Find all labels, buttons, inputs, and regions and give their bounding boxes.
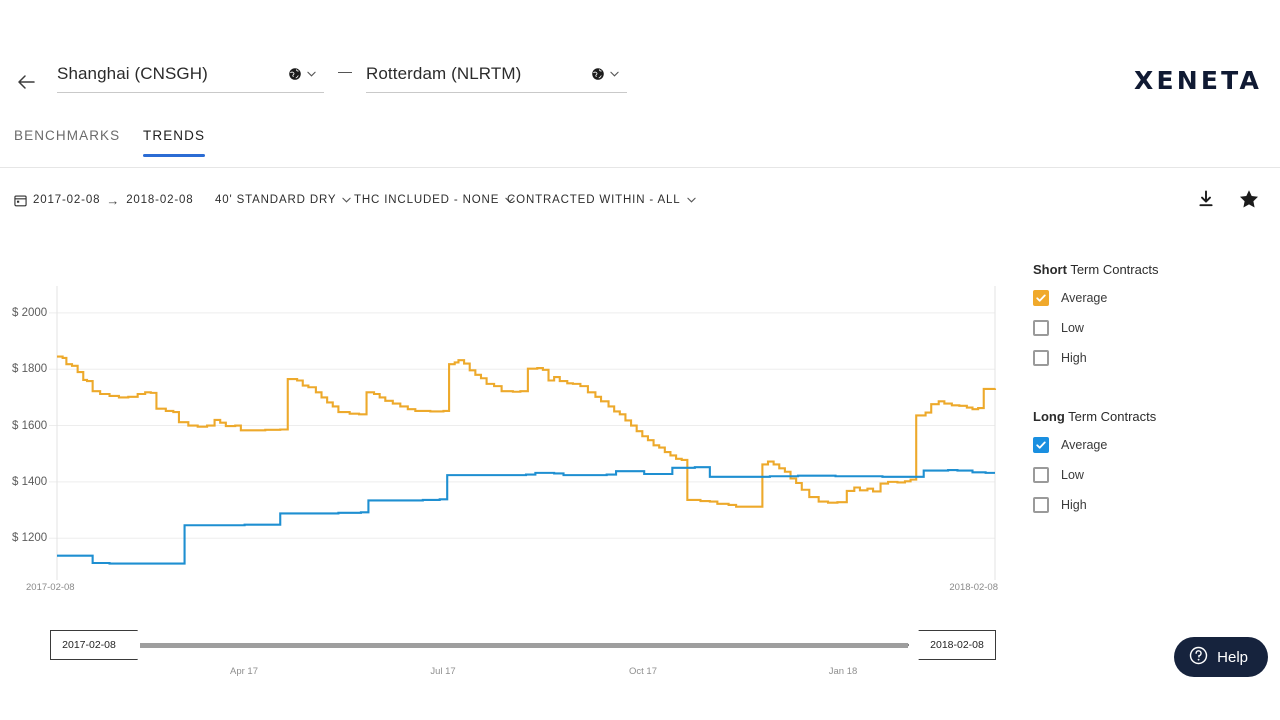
legend-label: Average bbox=[1061, 438, 1108, 452]
chart-axis bbox=[56, 286, 996, 580]
equipment-filter-label: 40' STANDARD DRY bbox=[215, 194, 337, 206]
series-line bbox=[57, 355, 997, 508]
page-header: Shanghai (CNSGH) Rotterdam (NLRTM) XENET… bbox=[0, 0, 1280, 118]
chevron-down-icon bbox=[610, 69, 619, 80]
legend-row-average[interactable]: Average bbox=[1033, 283, 1263, 313]
origin-port-field[interactable]: Shanghai (CNSGH) bbox=[57, 64, 324, 93]
y-axis-tick-label: $ 1800 bbox=[12, 363, 48, 376]
date-range-brush: 2017-02-08 2018-02-08 Apr 17 Jul 17 Oct 17… bbox=[0, 625, 1030, 695]
globe-icon bbox=[288, 67, 302, 81]
origin-port-label: Shanghai (CNSGH) bbox=[57, 64, 208, 83]
checkbox-high[interactable] bbox=[1033, 497, 1049, 513]
chart-series bbox=[57, 355, 997, 565]
legend-row-high[interactable]: High bbox=[1033, 343, 1263, 373]
legend-label: Low bbox=[1061, 468, 1084, 482]
brush-tick-apr-17: Apr 17 bbox=[230, 666, 258, 677]
legend-rows-short: Average Low High bbox=[1033, 283, 1263, 373]
brush-track[interactable] bbox=[140, 643, 908, 648]
y-axis-tick-label: $ 1200 bbox=[12, 532, 48, 545]
legend-short-rest: Term Contracts bbox=[1066, 262, 1159, 277]
legend-row-low[interactable]: Low bbox=[1033, 313, 1263, 343]
question-circle-icon bbox=[1189, 646, 1208, 669]
origin-globe-toggle[interactable] bbox=[288, 67, 316, 81]
main-tabs: BENCHMARKS TRENDS bbox=[0, 128, 1280, 168]
brush-left-value: 2017-02-08 bbox=[62, 639, 116, 651]
legend-long-bold: Long bbox=[1033, 409, 1065, 424]
date-range-filter[interactable]: 2017-02-08 → 2018-02-08 bbox=[14, 188, 194, 212]
star-icon[interactable] bbox=[1238, 188, 1260, 210]
checkbox-high[interactable] bbox=[1033, 350, 1049, 366]
chevron-down-icon bbox=[342, 195, 352, 206]
header-divider bbox=[0, 167, 1280, 168]
brush-handle-right[interactable]: 2018-02-08 bbox=[908, 630, 996, 660]
chevron-down-icon bbox=[686, 195, 696, 206]
destination-port-label: Rotterdam (NLRTM) bbox=[366, 64, 522, 83]
destination-underline bbox=[366, 92, 627, 93]
toolbar-actions bbox=[1196, 188, 1260, 210]
back-arrow-icon[interactable] bbox=[12, 68, 40, 96]
calendar-icon bbox=[14, 194, 27, 207]
download-icon[interactable] bbox=[1196, 189, 1216, 209]
help-button[interactable]: Help bbox=[1174, 637, 1268, 677]
chart-x-end-label: 2018-02-08 bbox=[949, 582, 998, 593]
legend-rows-long: Average Low High bbox=[1033, 430, 1263, 520]
y-axis-tick-label: $ 1400 bbox=[12, 475, 48, 488]
legend-group-title-short: Short Term Contracts bbox=[1033, 262, 1263, 277]
origin-underline bbox=[57, 92, 324, 93]
legend-group-title-long: Long Term Contracts bbox=[1033, 409, 1263, 424]
legend-label: Low bbox=[1061, 321, 1084, 335]
thc-filter-label: THC INCLUDED - NONE bbox=[354, 194, 500, 206]
brush-handle-left[interactable]: 2017-02-08 bbox=[50, 630, 138, 660]
checkbox-average[interactable] bbox=[1033, 290, 1049, 306]
destination-port-field[interactable]: Rotterdam (NLRTM) bbox=[366, 64, 627, 93]
legend-long-rest: Term Contracts bbox=[1064, 409, 1157, 424]
legend-row-high[interactable]: High bbox=[1033, 490, 1263, 520]
chevron-down-icon bbox=[307, 69, 316, 80]
brush-tick-jan-18: Jan 18 bbox=[828, 666, 858, 677]
series-legend: Short Term Contracts Average Low High Long… bbox=[1033, 262, 1263, 520]
thc-filter[interactable]: THC INCLUDED - NONE bbox=[354, 188, 514, 212]
xeneta-logo: XENETA bbox=[1133, 66, 1262, 95]
route-separator bbox=[338, 72, 352, 73]
destination-globe-toggle[interactable] bbox=[591, 67, 619, 81]
legend-row-average[interactable]: Average bbox=[1033, 430, 1263, 460]
contracted-within-label: CONTRACTED WITHIN - ALL bbox=[507, 194, 681, 206]
y-axis-tick-label: $ 2000 bbox=[12, 306, 48, 319]
legend-row-low[interactable]: Low bbox=[1033, 460, 1263, 490]
brush-tick-jul-17: Jul 17 bbox=[430, 666, 456, 677]
chart-plot-svg bbox=[49, 286, 997, 580]
brush-tick-oct-17: Oct 17 bbox=[629, 666, 657, 677]
chart-x-start-label: 2017-02-08 bbox=[26, 582, 75, 593]
filter-bar: 2017-02-08 → 2018-02-08 40' STANDARD DRY… bbox=[0, 188, 1280, 228]
price-trend-chart: $ 2000 $ 1800 $ 1600 $ 1400 $ 1200 2017-02-0… bbox=[0, 250, 1030, 600]
tab-benchmarks[interactable]: BENCHMARKS bbox=[14, 128, 120, 157]
tab-trends-label: TRENDS bbox=[143, 128, 206, 143]
date-arrow-icon: → bbox=[106, 192, 121, 208]
brush-right-value: 2018-02-08 bbox=[930, 639, 984, 651]
tab-benchmarks-label: BENCHMARKS bbox=[14, 128, 121, 143]
legend-label: High bbox=[1061, 498, 1087, 512]
checkbox-low[interactable] bbox=[1033, 320, 1049, 336]
tab-active-indicator bbox=[143, 154, 206, 157]
date-to-value: 2018-02-08 bbox=[126, 194, 194, 206]
legend-label: High bbox=[1061, 351, 1087, 365]
checkbox-average[interactable] bbox=[1033, 437, 1049, 453]
trends-page: Shanghai (CNSGH) Rotterdam (NLRTM) XENET… bbox=[0, 0, 1280, 720]
help-label: Help bbox=[1217, 648, 1248, 666]
tab-trends[interactable]: TRENDS bbox=[143, 128, 206, 157]
checkbox-low[interactable] bbox=[1033, 467, 1049, 483]
date-from-value: 2017-02-08 bbox=[33, 194, 101, 206]
legend-short-bold: Short bbox=[1033, 262, 1067, 277]
equipment-filter[interactable]: 40' STANDARD DRY bbox=[215, 188, 352, 212]
contracted-within-filter[interactable]: CONTRACTED WITHIN - ALL bbox=[507, 188, 696, 212]
legend-label: Average bbox=[1061, 291, 1108, 305]
globe-icon bbox=[591, 67, 605, 81]
y-axis-tick-label: $ 1600 bbox=[12, 419, 48, 432]
